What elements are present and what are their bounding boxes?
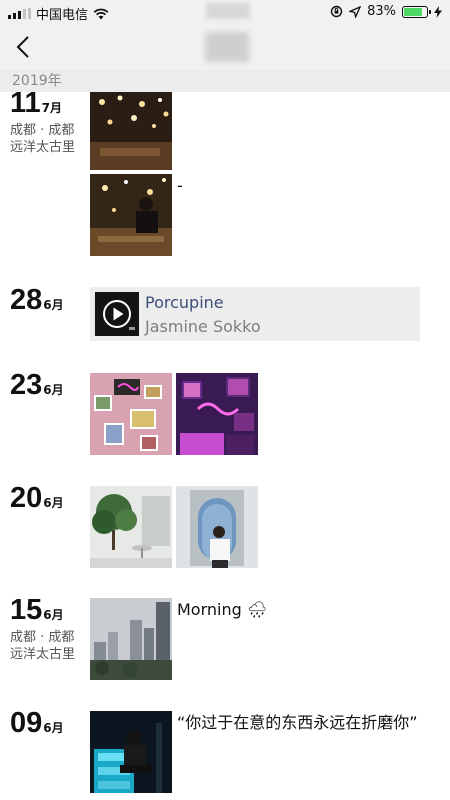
location-line-2: 远洋太古里 xyxy=(10,140,76,155)
month-label: 6月 xyxy=(43,721,64,735)
battery-percent: 83% xyxy=(367,4,396,19)
moment-caption: - xyxy=(177,176,183,195)
battery-icon xyxy=(402,5,431,18)
date-block: 206月 xyxy=(10,482,90,515)
location-line-1: 成都 · 成都 xyxy=(10,630,75,645)
date-block: 117月 成都 · 成都 远洋太古里 xyxy=(10,87,90,156)
photo-thumbnail[interactable] xyxy=(176,486,258,568)
play-icon[interactable] xyxy=(95,292,139,336)
month-label: 6月 xyxy=(43,608,64,622)
wifi-icon xyxy=(93,8,109,19)
day-number: 15 xyxy=(10,594,43,626)
photo-thumbnail[interactable] xyxy=(90,373,172,455)
photo-thumbnail[interactable] xyxy=(90,598,172,680)
location-line-1: 成都 · 成都 xyxy=(10,123,75,138)
moment-entry[interactable]: 236月 xyxy=(0,369,450,457)
day-number: 11 xyxy=(10,87,41,119)
month-label: 6月 xyxy=(43,496,64,510)
month-label: 6月 xyxy=(43,298,64,312)
date-block: 236月 xyxy=(10,369,90,402)
moment-caption: Morning 🌧 xyxy=(177,600,268,619)
status-left: 中国电信 xyxy=(8,4,109,23)
rotation-lock-icon xyxy=(330,5,343,18)
photo-thumbnail[interactable] xyxy=(90,711,172,793)
location-line-2: 远洋太古里 xyxy=(10,647,76,662)
day-number: 20 xyxy=(10,482,43,514)
song-title: Porcupine xyxy=(145,293,224,312)
moment-entry[interactable]: 096月 “你过于在意的东西永远在折磨你” xyxy=(0,707,450,795)
battery-fill xyxy=(404,7,423,16)
date-block: 156月 成都 · 成都 远洋太古里 xyxy=(10,594,90,663)
status-time-blurred xyxy=(206,3,250,19)
moment-entry[interactable]: 117月 成都 · 成都 远洋太古里 - xyxy=(0,87,450,262)
moment-caption: “你过于在意的东西永远在折磨你” xyxy=(177,713,418,732)
status-right: 83% xyxy=(330,4,442,19)
carrier-label: 中国电信 xyxy=(36,8,89,23)
nav-title-blurred xyxy=(205,32,249,62)
moment-entry[interactable]: 156月 成都 · 成都 远洋太古里 Morning 🌧 xyxy=(0,594,450,682)
chevron-left-icon[interactable] xyxy=(10,32,40,62)
music-share-card[interactable]: Porcupine Jasmine Sokko xyxy=(90,287,420,341)
photo-thumbnail[interactable] xyxy=(90,174,172,256)
moment-entry[interactable]: 206月 xyxy=(0,482,450,570)
day-number: 09 xyxy=(10,707,43,739)
day-number: 23 xyxy=(10,369,43,401)
song-artist: Jasmine Sokko xyxy=(145,317,261,336)
album-art xyxy=(95,292,139,336)
photo-thumbnail[interactable] xyxy=(90,486,172,568)
charging-bolt-icon xyxy=(434,5,442,18)
month-label: 6月 xyxy=(43,383,64,397)
photo-thumbnail[interactable] xyxy=(90,92,172,170)
status-bar: 中国电信 83% xyxy=(0,0,450,24)
month-label: 7月 xyxy=(41,101,63,115)
location-arrow-icon xyxy=(349,5,362,18)
nav-bar xyxy=(0,24,450,70)
date-block: 096月 xyxy=(10,707,90,740)
date-block: 286月 xyxy=(10,284,90,317)
day-number: 28 xyxy=(10,284,43,316)
signal-icon xyxy=(8,8,31,19)
photo-thumbnail[interactable] xyxy=(176,373,258,455)
